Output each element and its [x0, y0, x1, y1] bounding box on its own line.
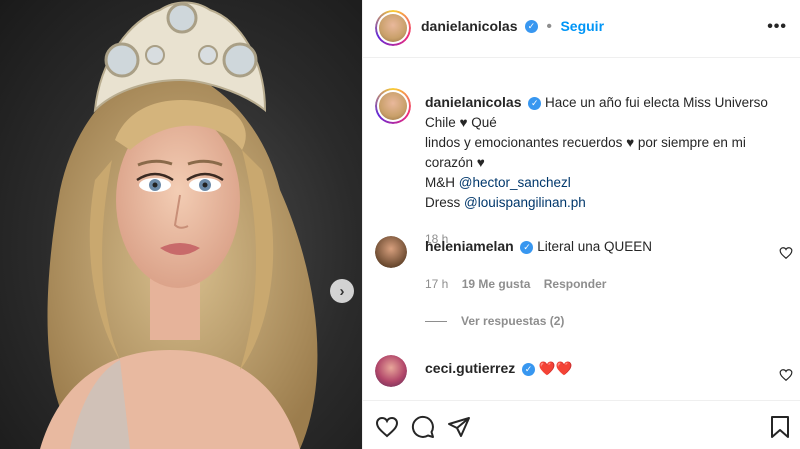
comment-author[interactable]: ceci.gutierrez — [425, 360, 515, 376]
comment-text: ❤️❤️ — [538, 361, 573, 376]
author-username[interactable]: danielanicolas — [421, 18, 517, 34]
caption-text-line2: lindos y emocionantes recuerdos ♥ por si… — [425, 135, 746, 170]
comment-bubble-icon[interactable] — [411, 415, 435, 439]
verified-badge-icon: ✓ — [528, 96, 542, 110]
replies-divider — [425, 320, 447, 322]
chevron-right-icon: › — [339, 282, 345, 300]
post-header: danielanicolas ✓ • Seguir ••• — [363, 0, 800, 58]
view-replies-label: Ver respuestas (2) — [461, 314, 565, 328]
view-replies-button[interactable]: Ver respuestas (2) — [425, 314, 564, 328]
mh-label: M&H — [425, 175, 459, 190]
post-action-bar — [363, 400, 800, 449]
mention-link[interactable]: @louispangilinan.ph — [464, 195, 586, 210]
commenter-avatar[interactable] — [375, 355, 407, 387]
more-options-icon[interactable]: ••• — [767, 18, 787, 36]
save-bookmark-icon[interactable] — [769, 415, 791, 439]
comment-likes[interactable]: 19 Me gusta — [462, 277, 531, 291]
separator-dot: • — [546, 18, 552, 35]
comment-author[interactable]: heleniamelan — [425, 238, 514, 254]
comment-meta: 17 h 19 Me gusta Responder — [425, 277, 606, 291]
caption-author-username[interactable]: danielanicolas — [425, 94, 521, 110]
comment-row: ceci.gutierrez ✓ ❤️❤️ — [425, 360, 572, 377]
header-user-row: danielanicolas ✓ • Seguir — [421, 18, 604, 36]
verified-badge-icon: ✓ — [520, 240, 534, 254]
caption-author-avatar[interactable] — [375, 88, 411, 124]
reply-button[interactable]: Responder — [544, 277, 607, 291]
post-image[interactable]: › — [0, 0, 362, 449]
comment-row: heleniamelan ✓ Literal una QUEEN — [425, 238, 652, 254]
comment-time[interactable]: 17 h — [425, 277, 448, 291]
share-paper-plane-icon[interactable] — [447, 415, 471, 439]
caption-credit-dress: Dress @louispangilinan.ph — [425, 193, 785, 213]
carousel-next-button[interactable]: › — [330, 279, 354, 303]
commenter-avatar[interactable] — [375, 236, 407, 268]
comment-text: Literal una QUEEN — [537, 239, 653, 254]
post-details-panel: danielanicolas ✓ • Seguir ••• danielanic… — [362, 0, 800, 449]
portrait-illustration — [40, 1, 318, 449]
mention-link[interactable]: @hector_sanchezl — [459, 175, 571, 190]
like-comment-heart-icon[interactable] — [779, 246, 793, 260]
verified-badge-icon: ✓ — [524, 20, 538, 34]
like-heart-icon[interactable] — [375, 415, 399, 439]
post-caption: danielanicolas ✓ Hace un año fui electa … — [425, 92, 785, 249]
author-avatar[interactable] — [375, 10, 411, 46]
dress-label: Dress — [425, 195, 465, 210]
like-comment-heart-icon[interactable] — [779, 368, 793, 382]
verified-badge-icon: ✓ — [522, 362, 536, 376]
caption-credit-mh: M&H @hector_sanchezl — [425, 173, 785, 193]
follow-button[interactable]: Seguir — [560, 18, 604, 34]
